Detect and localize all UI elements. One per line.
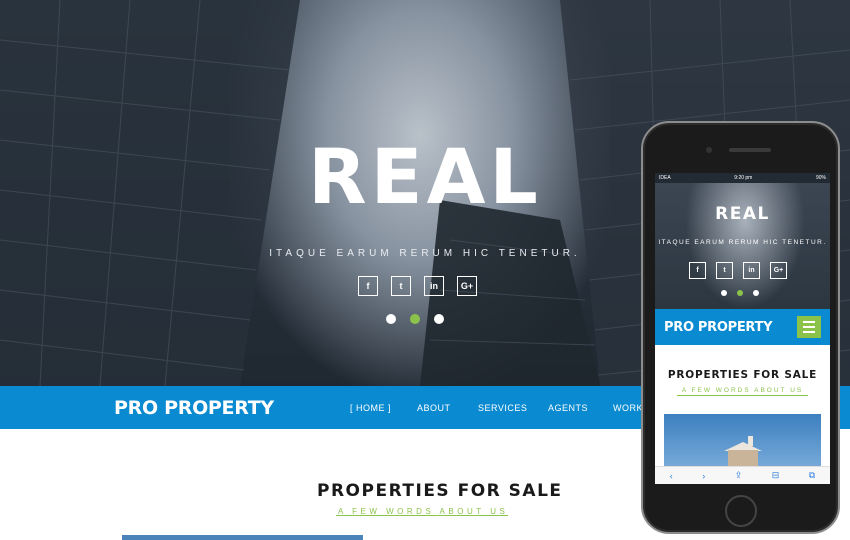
bookmarks-icon[interactable]: ⊟	[772, 470, 780, 481]
property-image[interactable]	[122, 535, 363, 540]
brand-logo[interactable]: PRO PROPERTY	[114, 397, 274, 419]
slider-dot-2[interactable]	[410, 314, 420, 324]
camera-icon	[706, 147, 712, 153]
slider-dot-3[interactable]	[434, 314, 444, 324]
battery-label: 90%	[815, 175, 826, 181]
slider-dots	[386, 314, 444, 324]
house-chimney	[748, 436, 753, 446]
social-links: f t in G+	[358, 276, 477, 296]
mobile-section-underline	[677, 395, 808, 396]
nav-services[interactable]: SERVICES	[478, 403, 527, 413]
mobile-social-links: f t in G+	[689, 262, 787, 279]
forward-icon[interactable]: ›	[702, 471, 705, 481]
tabs-icon[interactable]: ⧉	[809, 470, 815, 481]
mobile-slider-dot-1[interactable]	[721, 290, 727, 296]
twitter-icon[interactable]: t	[391, 276, 411, 296]
facebook-icon[interactable]: f	[358, 276, 378, 296]
nav-agents[interactable]: AGENTS	[548, 403, 588, 413]
slider-dot-1[interactable]	[386, 314, 396, 324]
nav-home[interactable]: [ HOME ]	[350, 403, 391, 413]
home-button[interactable]	[725, 495, 757, 527]
speaker-grille	[729, 148, 771, 152]
share-icon[interactable]: ⇪	[735, 470, 743, 481]
facebook-icon[interactable]: f	[689, 262, 706, 279]
mobile-hero-title: REAL	[715, 204, 770, 224]
linkedin-icon[interactable]: in	[424, 276, 444, 296]
mobile-brand-logo[interactable]: PRO PROPERTY	[664, 320, 773, 335]
nav-about[interactable]: ABOUT	[417, 403, 451, 413]
browser-toolbar: ‹ › ⇪ ⊟ ⧉	[655, 466, 830, 484]
mobile-slider-dot-2[interactable]	[737, 290, 743, 296]
back-icon[interactable]: ‹	[670, 471, 673, 481]
mobile-slider-dots	[721, 290, 759, 296]
mobile-hero: REAL ITAQUE EARUM RERUM HIC TENETUR. f t…	[655, 183, 830, 309]
phone-mockup: IDEA 9:20 pm 90% REAL ITAQUE EARUM RERUM…	[641, 121, 840, 534]
mobile-hero-subtitle: ITAQUE EARUM RERUM HIC TENETUR.	[658, 239, 827, 246]
google-plus-icon[interactable]: G+	[770, 262, 787, 279]
google-plus-icon[interactable]: G+	[457, 276, 477, 296]
mobile-section-title: PROPERTIES FOR SALE	[667, 369, 818, 381]
mobile-navbar: PRO PROPERTY	[655, 309, 830, 345]
mobile-property-image[interactable]	[664, 414, 821, 474]
clock-label: 9:20 pm	[734, 175, 753, 181]
mobile-slider-dot-3[interactable]	[753, 290, 759, 296]
section-title: PROPERTIES FOR SALE	[317, 481, 563, 501]
section-underline	[336, 515, 508, 516]
hamburger-menu-icon[interactable]	[797, 316, 821, 338]
linkedin-icon[interactable]: in	[743, 262, 760, 279]
mobile-status-bar: IDEA 9:20 pm 90%	[655, 173, 830, 183]
twitter-icon[interactable]: t	[716, 262, 733, 279]
carrier-label: IDEA	[659, 175, 671, 181]
phone-screen: IDEA 9:20 pm 90% REAL ITAQUE EARUM RERUM…	[655, 173, 830, 484]
mobile-section-subtitle: A FEW WORDS ABOUT US	[681, 387, 804, 394]
